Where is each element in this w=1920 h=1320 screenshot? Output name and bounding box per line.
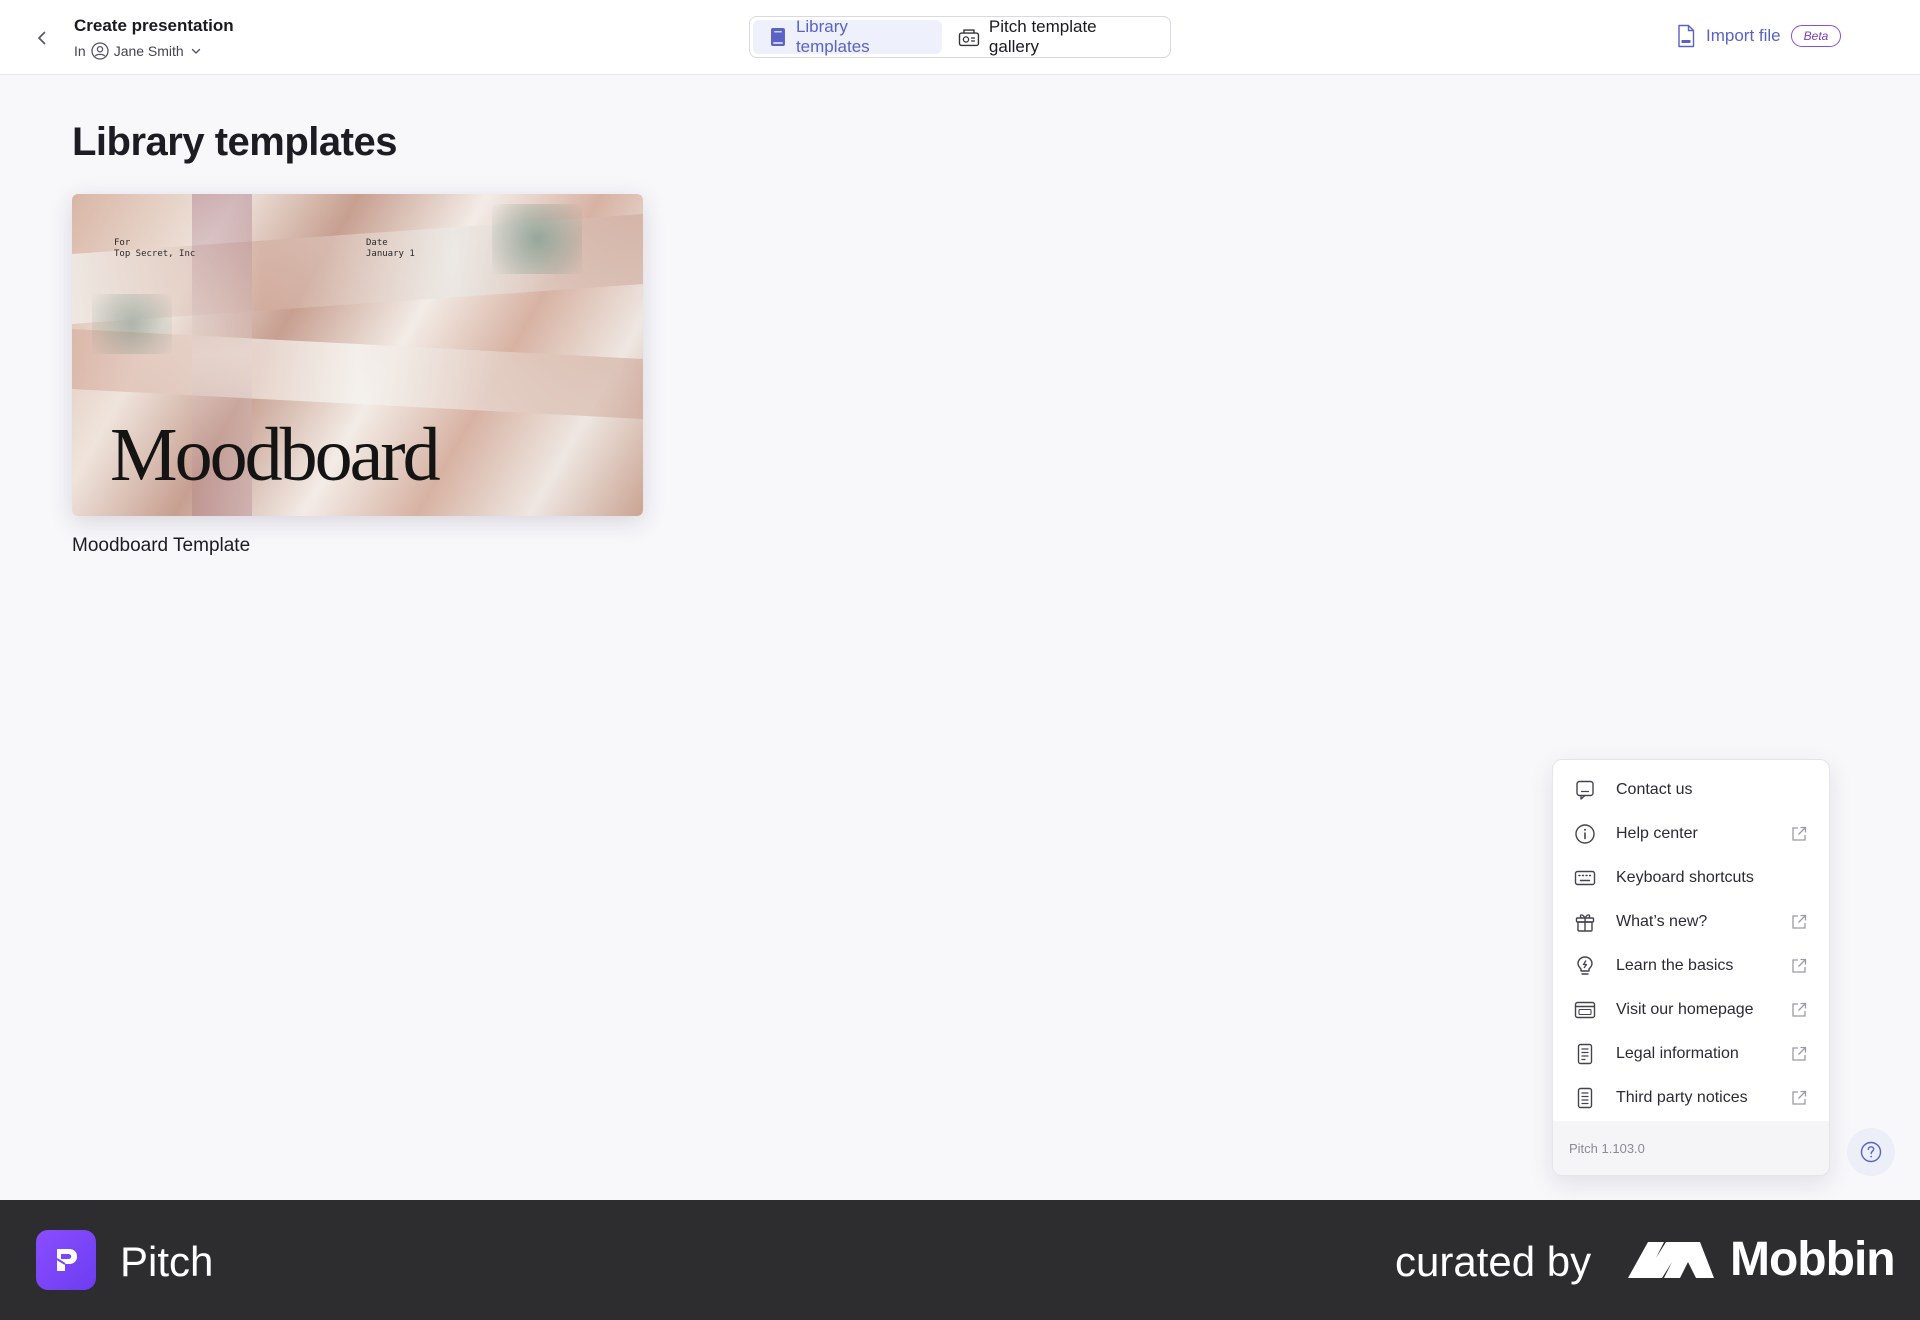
beta-badge: Beta (1790, 25, 1842, 47)
keyboard-icon (1573, 866, 1597, 890)
owner-name: Jane Smith (113, 43, 184, 59)
help-menu-label: Contact us (1616, 781, 1693, 798)
info-icon (1573, 822, 1597, 846)
help-menu-label: Help center (1616, 825, 1698, 842)
tab-pitch-template-gallery[interactable]: Pitch template gallery (942, 17, 1167, 56)
template-card-moodboard[interactable]: For Top Secret, Inc Date January 1 Moodb… (72, 194, 643, 516)
file-ppt-icon (1678, 24, 1695, 48)
gallery-icon (958, 29, 980, 47)
preview-date-label: Date (366, 238, 388, 248)
help-menu-item-help-center[interactable]: Help center (1553, 812, 1829, 856)
help-menu-label: Learn the basics (1616, 957, 1734, 974)
preview-for-value: Top Secret, Inc (114, 249, 196, 259)
help-button[interactable] (1847, 1128, 1895, 1176)
external-link-icon (1789, 824, 1809, 844)
template-source-tabs: Library templates Pitch template gallery (749, 16, 1171, 58)
help-menu-item-contact-us[interactable]: Contact us (1553, 768, 1829, 812)
external-link-icon (1789, 1088, 1809, 1108)
template-name[interactable]: Moodboard Template (72, 535, 250, 557)
gift-icon (1573, 910, 1597, 934)
tab-label: Pitch template gallery (988, 17, 1097, 56)
mobbin-logo-icon (1626, 1238, 1716, 1287)
top-bar: Create presentation In Jane Smith Librar… (0, 0, 1920, 75)
tab-label: Library templates (795, 17, 870, 56)
back-button[interactable] (26, 22, 58, 54)
help-menu: Contact us Help center Keyboard shortcut… (1552, 759, 1830, 1176)
external-link-icon (1789, 912, 1809, 932)
help-menu-item-whats-new[interactable]: What’s new? (1553, 900, 1829, 944)
import-file-button[interactable]: Import file Beta (1676, 24, 1842, 48)
branding-bar: Pitch curated by Mobbin (0, 1200, 1920, 1320)
external-link-icon (1789, 1000, 1809, 1020)
help-menu-label: Legal information (1616, 1045, 1739, 1062)
tab-library-templates[interactable]: Library templates (753, 17, 942, 56)
document-icon (1573, 1086, 1597, 1110)
help-menu-item-legal-information[interactable]: Legal information (1553, 1032, 1829, 1076)
help-menu-label: Keyboard shortcuts (1616, 869, 1754, 886)
browser-icon (1573, 998, 1597, 1022)
chevron-down-icon (191, 48, 200, 54)
help-menu-item-visit-our-homepage[interactable]: Visit our homepage (1553, 988, 1829, 1032)
help-menu-label: What’s new? (1616, 913, 1708, 930)
chat-icon (1573, 778, 1597, 802)
help-menu-item-learn-the-basics[interactable]: Learn the basics (1553, 944, 1829, 988)
page-title: Library templates (72, 120, 397, 164)
owner-selector[interactable]: In Jane Smith (74, 42, 234, 60)
preview-date-block: Date January 1 (366, 238, 415, 260)
pitch-logo-icon (36, 1230, 96, 1290)
app-version: Pitch 1.103.0 (1553, 1121, 1829, 1175)
help-menu-label: Third party notices (1616, 1089, 1748, 1106)
brand-app-name: Pitch (120, 1238, 214, 1285)
preview-title-word: Moodboard (110, 413, 441, 497)
chevron-left-icon (38, 31, 46, 45)
preview-for-label: For (114, 238, 131, 248)
help-menu-list: Contact us Help center Keyboard shortcut… (1553, 760, 1829, 1128)
paint-texture (92, 294, 172, 354)
help-menu-item-third-party-notices[interactable]: Third party notices (1553, 1076, 1829, 1120)
external-link-icon (1789, 1044, 1809, 1064)
curator-name: Mobbin (1730, 1233, 1896, 1286)
help-menu-item-keyboard-shortcuts[interactable]: Keyboard shortcuts (1553, 856, 1829, 900)
question-icon (1860, 1141, 1882, 1163)
page-header-title: Create presentation (74, 16, 234, 35)
paint-texture (492, 204, 582, 274)
owner-prefix: In (74, 43, 86, 59)
user-avatar-icon (91, 42, 109, 60)
lightbulb-icon (1573, 954, 1597, 978)
help-menu-label: Visit our homepage (1616, 1001, 1754, 1018)
curated-by-text: curated by (1395, 1238, 1592, 1285)
external-link-icon (1789, 956, 1809, 976)
title-block: Create presentation In Jane Smith (74, 16, 234, 60)
preview-for-block: For Top Secret, Inc (114, 238, 195, 260)
book-icon (770, 28, 785, 46)
import-file-label: Import file (1706, 26, 1781, 45)
document-icon (1573, 1042, 1597, 1066)
preview-date-value: January 1 (366, 249, 415, 259)
